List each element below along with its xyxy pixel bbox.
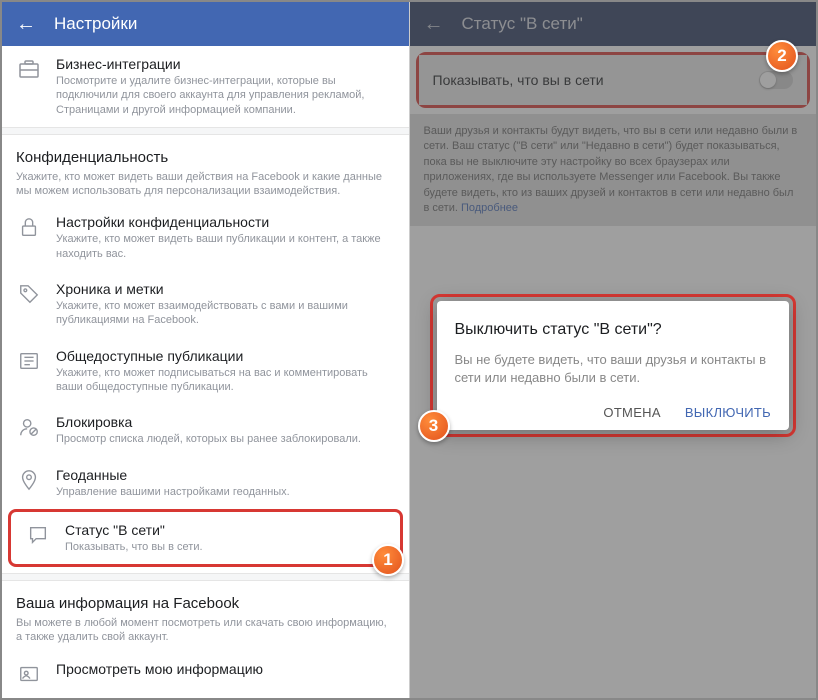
item-title: Общедоступные публикации — [56, 348, 395, 364]
item-title: Настройки конфиденциальности — [56, 214, 395, 230]
section-desc: Вы можете в любой момент посмотреть или … — [16, 616, 395, 645]
item-desc: Управление вашими настройками геоданных. — [56, 485, 395, 499]
header-title: Настройки — [54, 14, 137, 34]
dialog-body: Вы не будете видеть, что ваши друзья и к… — [455, 351, 772, 387]
step-badge-3: 3 — [418, 410, 450, 442]
item-timeline-tags[interactable]: Хроника и метки Укажите, кто может взаим… — [2, 271, 409, 338]
item-desc: Показывать, что вы в сети. — [65, 540, 386, 554]
block-user-icon — [16, 414, 42, 440]
back-arrow-icon[interactable]: ← — [16, 13, 36, 36]
section-title: Ваша информация на Facebook — [16, 595, 395, 612]
section-privacy: Конфиденциальность Укажите, кто может ви… — [2, 135, 409, 205]
item-desc: Укажите, кто может подписываться на вас … — [56, 366, 395, 395]
person-card-icon — [16, 661, 42, 687]
step-badge-1: 1 — [372, 544, 404, 576]
item-desc: Укажите, кто может видеть ваши публикаци… — [56, 232, 395, 261]
item-title: Геоданные — [56, 467, 395, 483]
highlight-dialog: Выключить статус "В сети"? Вы не будете … — [430, 294, 797, 437]
item-business-integrations[interactable]: Бизнес-интеграции Посмотрите и удалите б… — [2, 46, 409, 127]
item-active-status[interactable]: Статус "В сети" Показывать, что вы в сет… — [11, 512, 400, 564]
item-public-posts[interactable]: Общедоступные публикации Укажите, кто мо… — [2, 338, 409, 405]
briefcase-icon — [16, 56, 42, 82]
item-location[interactable]: Геоданные Управление вашими настройками … — [2, 457, 409, 509]
step-badge-2: 2 — [766, 40, 798, 72]
item-title: Хроника и метки — [56, 281, 395, 297]
section-desc: Укажите, кто может видеть ваши действия … — [16, 170, 395, 199]
item-privacy-settings[interactable]: Настройки конфиденциальности Укажите, кт… — [2, 204, 409, 271]
divider — [2, 573, 409, 581]
newspaper-icon — [16, 348, 42, 374]
chat-bubble-icon — [25, 522, 51, 548]
dialog-title: Выключить статус "В сети"? — [455, 321, 772, 339]
item-desc: Посмотрите и удалите бизнес-интеграции, … — [56, 74, 395, 117]
confirm-button[interactable]: ВЫКЛЮЧИТЬ — [685, 405, 771, 420]
item-view-info[interactable]: Просмотреть мою информацию — [2, 651, 409, 697]
confirm-dialog: Выключить статус "В сети"? Вы не будете … — [437, 301, 790, 430]
item-blocking[interactable]: Блокировка Просмотр списка людей, которы… — [2, 404, 409, 456]
tag-icon — [16, 281, 42, 307]
section-title: Конфиденциальность — [16, 149, 395, 166]
item-title: Блокировка — [56, 414, 395, 430]
settings-header: ← Настройки — [2, 2, 409, 46]
item-title: Бизнес-интеграции — [56, 56, 395, 72]
highlight-active-status: Статус "В сети" Показывать, что вы в сет… — [8, 509, 403, 567]
section-your-info: Ваша информация на Facebook Вы можете в … — [2, 581, 409, 651]
divider — [2, 127, 409, 135]
item-desc: Просмотр списка людей, которых вы ранее … — [56, 432, 395, 446]
cancel-button[interactable]: ОТМЕНА — [603, 405, 660, 420]
item-desc: Укажите, кто может взаимодействовать с в… — [56, 299, 395, 328]
lock-icon — [16, 214, 42, 240]
location-pin-icon — [16, 467, 42, 493]
item-title: Статус "В сети" — [65, 522, 386, 538]
item-title: Просмотреть мою информацию — [56, 661, 395, 677]
